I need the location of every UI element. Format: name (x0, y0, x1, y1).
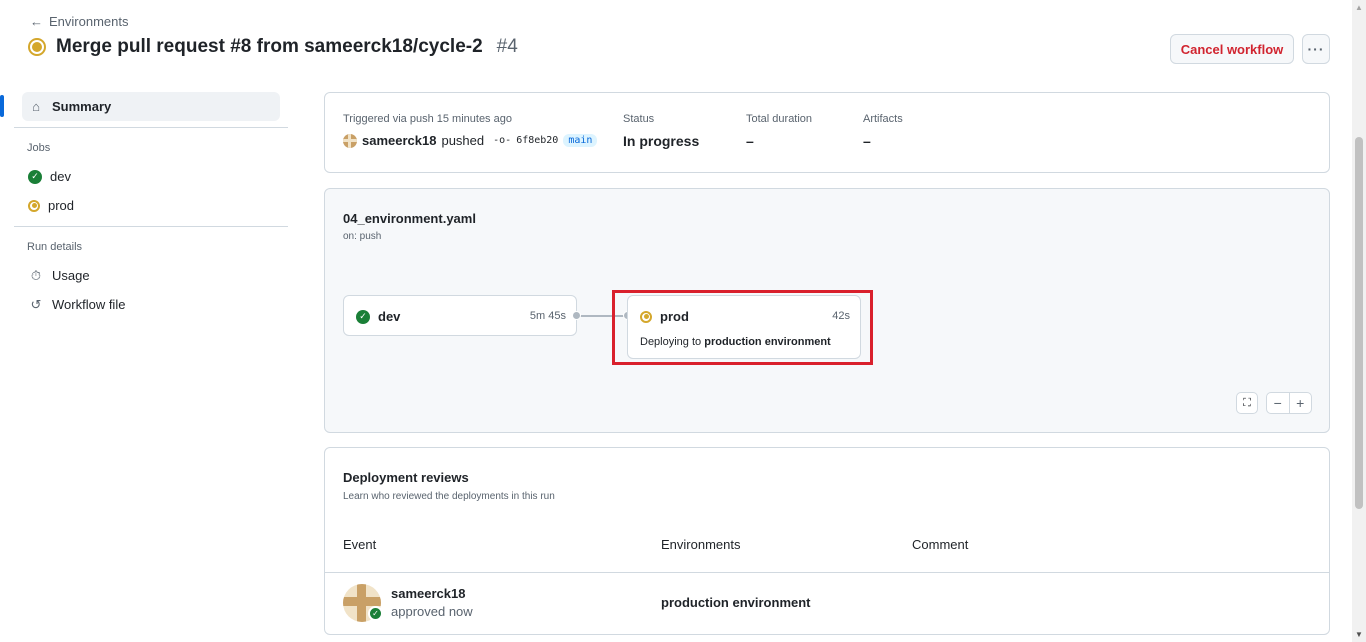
sidebar-item-usage[interactable]: ⏱ Usage (14, 261, 288, 290)
sidebar-item-label: prod (48, 198, 75, 213)
git-commit-icon: -o- (493, 135, 512, 146)
artifacts-label: Artifacts (863, 113, 903, 125)
reviewer-name[interactable]: sameerck18 (391, 586, 465, 601)
in-progress-icon (28, 199, 40, 212)
duration-label: Total duration (746, 113, 813, 125)
divider (14, 226, 288, 227)
job-node-dev[interactable]: ✓ dev 5m 45s (343, 295, 577, 336)
avatar[interactable] (343, 133, 357, 148)
column-header-environments: Environments (661, 537, 741, 552)
run-number: #4 (496, 36, 518, 57)
sidebar-item-workflow-file[interactable]: ↺ Workflow file (14, 290, 288, 319)
job-time: 5m 45s (529, 310, 566, 322)
back-link-label: Environments (49, 14, 129, 29)
sidebar-item-job-dev[interactable]: ✓ dev (14, 162, 288, 191)
commit-link[interactable]: 6f8eb20 (516, 135, 558, 146)
check-circle-icon: ✓ (28, 169, 42, 184)
connector-dot (572, 311, 581, 320)
stopwatch-icon: ⏱ (30, 267, 42, 283)
trigger-label: Triggered via push 15 minutes ago (343, 113, 512, 125)
scroll-down-arrow-icon[interactable]: ▼ (1355, 630, 1363, 639)
cancel-workflow-button[interactable]: Cancel workflow (1170, 34, 1294, 64)
sidebar-item-label: Summary (52, 99, 112, 114)
status-value: In progress (623, 133, 700, 149)
sidebar-item-label: dev (50, 169, 71, 184)
sidebar-item-label: Workflow file (52, 297, 126, 312)
highlight-box (612, 290, 873, 365)
zoom-out-button[interactable]: − (1267, 393, 1289, 413)
duration-column: Total duration – (746, 113, 812, 149)
fullscreen-button[interactable]: ⛶ (1236, 392, 1258, 414)
in-progress-icon (28, 38, 46, 56)
arrow-left-icon: ← (30, 14, 43, 29)
zoom-in-button[interactable]: + (1288, 393, 1312, 413)
run-summary-card: Triggered via push 15 minutes ago sameer… (324, 92, 1330, 173)
check-circle-icon: ✓ (356, 309, 370, 324)
review-environment: production environment (661, 595, 811, 610)
workflow-trigger: on: push (343, 231, 382, 242)
vertical-scrollbar[interactable]: ▲ ▼ (1352, 0, 1366, 642)
jobs-heading: Jobs (27, 142, 51, 154)
sidebar-item-summary[interactable]: ⌂ Summary (22, 92, 280, 121)
divider (325, 572, 1329, 573)
more-options-button[interactable]: ··· (1302, 34, 1330, 64)
job-name: dev (378, 309, 401, 324)
artifacts-column: Artifacts – (863, 113, 903, 149)
duration-value: – (746, 133, 754, 149)
column-header-comment: Comment (912, 537, 969, 552)
zoom-controls: − + (1266, 392, 1312, 414)
review-action: approved now (391, 604, 473, 619)
active-indicator (0, 95, 4, 117)
scroll-up-arrow-icon[interactable]: ▲ (1355, 3, 1363, 12)
reviews-subtitle: Learn who reviewed the deployments in th… (343, 491, 555, 502)
divider (14, 127, 288, 128)
file-code-icon: ↺ (30, 296, 42, 312)
scroll-thumb[interactable] (1355, 137, 1363, 509)
page-title-row: Merge pull request #8 from sameerck18/cy… (28, 36, 518, 58)
home-icon: ⌂ (32, 99, 40, 114)
run-details-heading: Run details (27, 241, 83, 253)
status-column: Status In progress (623, 113, 699, 149)
actor-link[interactable]: sameerck18 (362, 133, 436, 148)
workflow-file-name: 04_environment.yaml (343, 211, 476, 226)
trigger-column: Triggered via push 15 minutes ago sameer… (343, 113, 598, 148)
sidebar-item-job-prod[interactable]: prod (14, 191, 288, 220)
status-label: Status (623, 113, 655, 125)
branch-chip[interactable]: main (563, 134, 598, 147)
column-header-event: Event (343, 537, 377, 552)
check-circle-icon: ✓ (368, 606, 383, 621)
push-action: pushed (441, 133, 485, 148)
push-info: sameerck18 pushed -o- 6f8eb20 main (343, 133, 598, 148)
artifacts-value: – (863, 133, 871, 149)
sidebar-item-label: Usage (52, 268, 90, 283)
reviews-title: Deployment reviews (343, 470, 469, 485)
sidebar: ⌂ Summary Jobs ✓ dev prod Run details ⏱ … (14, 92, 288, 319)
page-title: Merge pull request #8 from sameerck18/cy… (56, 36, 483, 57)
deployment-reviews-card: Deployment reviews Learn who reviewed th… (324, 447, 1330, 635)
back-to-environments-link[interactable]: ← Environments (30, 14, 128, 29)
